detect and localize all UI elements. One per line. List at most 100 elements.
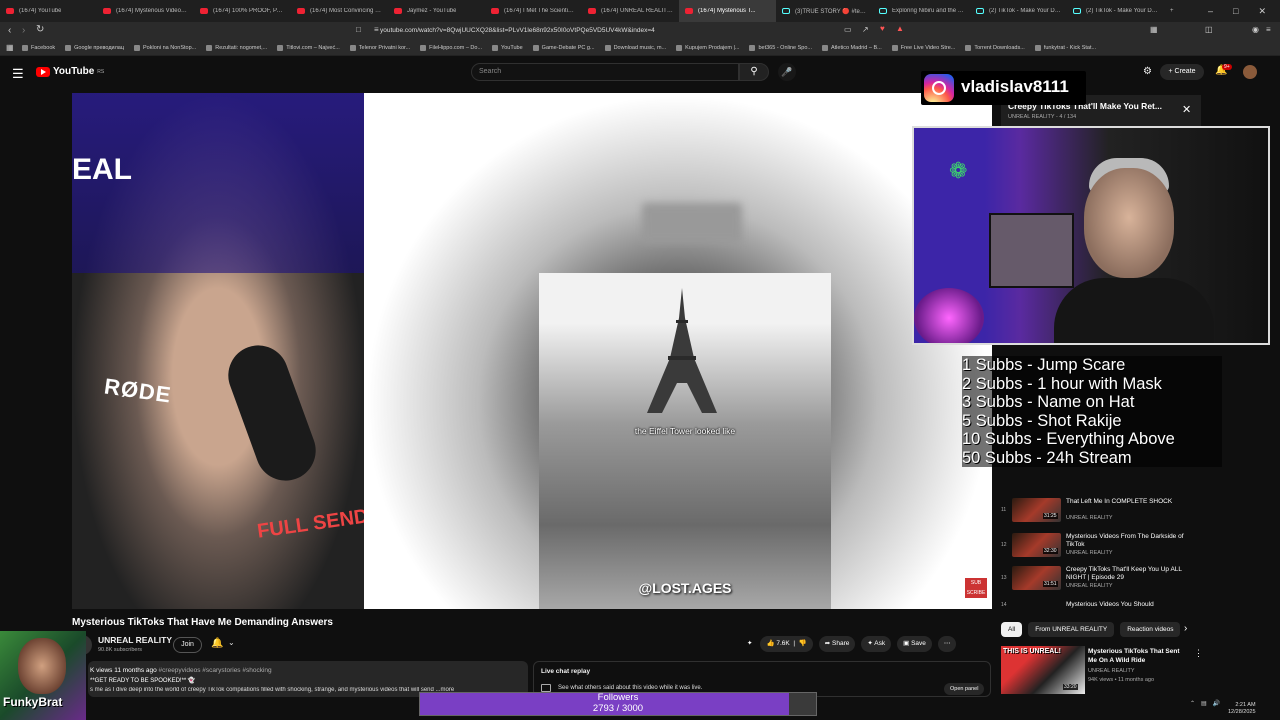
rewards-icon[interactable]: ▲ (896, 24, 904, 33)
chevron-down-icon[interactable]: ⌄ (228, 638, 235, 647)
back-icon[interactable]: ‹ (8, 25, 11, 36)
wallet-icon[interactable]: ◉ (1252, 25, 1259, 34)
bookmark-item[interactable]: Download music, m... (604, 44, 666, 51)
bookmark-item[interactable]: Facebook (22, 44, 56, 51)
ask-label: Ask (874, 640, 886, 647)
youtube-favicon-icon (200, 8, 208, 14)
bookmark-item[interactable]: Rezultati: nogomet,... (206, 44, 268, 51)
chip-all[interactable]: All (1001, 622, 1023, 637)
cast-settings-icon[interactable]: ⚙ (1143, 66, 1152, 77)
save-button[interactable]: ▣ Save (897, 636, 932, 652)
subscribe-watermark[interactable]: SUB SCRIBE (965, 578, 987, 598)
playlist-item[interactable]: 11 31:25 That Left Me In COMPLETE SHOCK … (1001, 498, 1199, 522)
bookmark-label: Google преводилац (74, 44, 125, 51)
bookmark-item[interactable]: funkytrat - Kick Stat... (1034, 44, 1096, 51)
open-panel-button[interactable]: Open panel (944, 683, 985, 695)
recommended-video[interactable]: THIS IS UNREAL! 33:20 Mysterious TikToks… (1001, 646, 1203, 696)
playlist-item[interactable]: 12 32:30 Mysterious Videos From The Dark… (1001, 533, 1199, 557)
chip-from-channel[interactable]: From UNREAL REALITY (1028, 622, 1115, 637)
bookmark-item[interactable]: YouTube (492, 44, 523, 51)
share-label: Share (832, 640, 850, 647)
create-button[interactable]: + Create (1160, 64, 1204, 80)
more-options-icon[interactable]: ⋮ (1194, 648, 1203, 659)
share-button[interactable]: ➦ Share (818, 636, 856, 652)
youtube-logo[interactable]: YouTube RS (36, 66, 104, 77)
hamburger-menu-icon[interactable]: ☰ (12, 66, 24, 82)
browser-tab[interactable]: (1674) YouTube (0, 0, 97, 22)
bookmark-favicon-icon (22, 44, 28, 51)
playlist-item[interactable]: 13 31:51 Creepy TikToks That'll Keep You… (1001, 566, 1199, 590)
url-field[interactable]: youtube.com/watch?v=8QwjUUCXQ28&list=PLv… (380, 25, 840, 37)
close-playlist-icon[interactable]: ✕ (1182, 103, 1191, 116)
browser-tab[interactable]: (2) TikTok - Make Your Day (970, 0, 1067, 22)
forward-icon[interactable]: › (22, 25, 25, 36)
speaker-icon[interactable]: 🔊 (1213, 700, 1220, 707)
bookmark-item[interactable]: Torrent Downloads... (965, 44, 1025, 51)
like-button[interactable]: 👍 7.6K | 👎 (760, 636, 813, 652)
network-icon[interactable]: ▤ (1201, 700, 1207, 707)
close-window-button[interactable]: ✕ (1258, 6, 1266, 17)
browser-tab[interactable]: (2) TikTok - Make Your Day (1067, 0, 1164, 22)
bookmark-icon[interactable]: □ (356, 25, 361, 34)
bookmark-item[interactable]: Free Live Video Stre... (891, 44, 955, 51)
share-icon[interactable]: ↗ (862, 25, 869, 34)
channel-name[interactable]: UNREAL REALITY (98, 635, 172, 645)
ask-button[interactable]: ✦ Ask (861, 636, 892, 652)
bookmark-label: Rezultati: nogomet,... (215, 44, 268, 51)
menu-icon[interactable]: ≡ (1266, 25, 1271, 34)
playlist-item[interactable]: 14 Mysterious Videos You Should (1001, 600, 1199, 610)
extensions-icon[interactable]: ▦ (1150, 25, 1158, 34)
funkybrat-avatar (18, 638, 66, 694)
playlist-item-title: That Left Me In COMPLETE SHOCK (1066, 498, 1173, 505)
bookmark-item[interactable]: Pokloni na NonStop... (134, 44, 196, 51)
maximize-button[interactable]: □ (1233, 6, 1238, 16)
browser-tab[interactable]: Exploring Nibiru and the N... (873, 0, 970, 22)
brave-shield-icon[interactable]: ♥ (880, 24, 885, 33)
dislike-icon[interactable]: 👎 (799, 640, 807, 647)
recommended-channel: UNREAL REALITY (1088, 668, 1135, 674)
browser-tab[interactable]: (1674) I Met The Scientist T... (485, 0, 582, 22)
bookmark-item[interactable]: FileHippo.com – Do... (420, 44, 483, 51)
bookmark-item[interactable]: Titlovi.com – Najveć... (277, 44, 340, 51)
chip-reaction-videos[interactable]: Reaction videos (1120, 622, 1181, 637)
reload-icon[interactable]: ↻ (36, 24, 44, 35)
minimize-button[interactable]: – (1208, 6, 1213, 16)
site-info-icon[interactable]: ≡ (374, 25, 379, 34)
subscription-bell-icon[interactable]: 🔔 (211, 638, 223, 649)
bookmark-item[interactable]: Google преводилац (65, 44, 125, 51)
bookmark-label: Torrent Downloads... (974, 44, 1025, 51)
browser-tab[interactable]: (1674) Mysterious Videos F... (97, 0, 194, 22)
video-player[interactable]: EAL RØDE FULL SEND the Eiffel Tower look… (72, 93, 992, 609)
join-button[interactable]: Join (173, 637, 202, 653)
new-tab-button[interactable]: + (1164, 0, 1184, 22)
bookmark-item[interactable]: Game-Debate PC g... (532, 44, 595, 51)
browser-tab[interactable]: Jaymez - YouTube (388, 0, 485, 22)
chat-icon (541, 684, 551, 692)
voice-search-button[interactable]: 🎤 (778, 63, 796, 81)
bookmark-label: FileHippo.com – Do... (429, 44, 483, 51)
search-input[interactable]: Search (471, 63, 739, 81)
chevron-up-icon[interactable]: ⌃ (1190, 700, 1195, 707)
browser-tab[interactable]: (1674) Most Convincing Ev... (291, 0, 388, 22)
sparkle-icon[interactable]: ✦ (745, 636, 754, 652)
system-clock[interactable]: 2:21 AM 12/28/2025 (1228, 702, 1256, 716)
more-actions-button[interactable]: ⋯ (937, 636, 957, 652)
browser-tab[interactable]: (1674) UNREAL REALITY - Y... (582, 0, 679, 22)
bookmark-label: Facebook (31, 44, 56, 51)
account-avatar[interactable] (1243, 65, 1257, 79)
hashtags[interactable]: #creepyvideos #scarystories #shocking (159, 667, 272, 674)
search-button[interactable]: ⚲ (739, 63, 769, 81)
browser-tab[interactable]: (1674) 100% PROOF, PAR... (194, 0, 291, 22)
sidebar-icon[interactable]: ◫ (1205, 25, 1213, 34)
browser-tab[interactable]: (1674) Mysterious T... (679, 0, 776, 22)
recommended-duration: 33:20 (1063, 684, 1078, 690)
bookmark-item[interactable]: bet365 - Online Spo... (749, 44, 812, 51)
bookmark-item[interactable]: Kupujem Prodajem |... (676, 44, 739, 51)
browser-tab[interactable]: (3)TRUE STORY 🔴 #terror... (776, 0, 873, 22)
recommended-meta: 94K views • 11 months ago (1088, 677, 1155, 683)
bookmark-item[interactable]: Atletico Madrid – B... (821, 44, 882, 51)
bookmark-item[interactable]: Telenor Privatni kor... (349, 44, 410, 51)
cast-icon[interactable]: ▭ (844, 25, 852, 34)
apps-grid-icon[interactable]: ▦ (6, 43, 14, 52)
chevron-right-icon[interactable]: › (1184, 623, 1187, 634)
